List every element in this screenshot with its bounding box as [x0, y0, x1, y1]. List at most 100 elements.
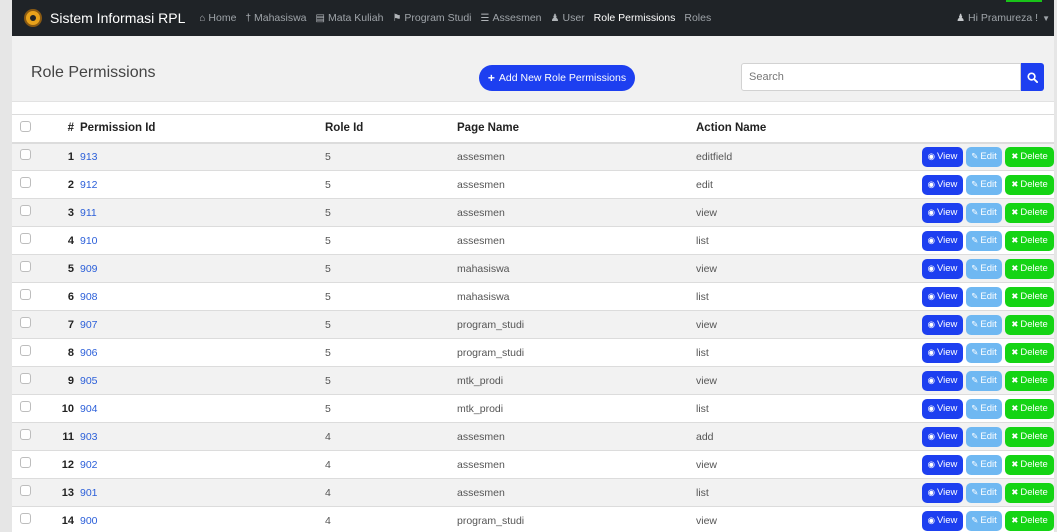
view-button[interactable]: ◉ View — [922, 342, 963, 363]
row-checkbox[interactable] — [20, 177, 31, 188]
row-checkbox[interactable] — [20, 149, 31, 161]
row-checkbox[interactable] — [20, 373, 31, 384]
edit-button[interactable]: ✎ Edit — [966, 314, 1002, 335]
delete-button[interactable]: ✖ Delete — [1005, 314, 1054, 335]
delete-button[interactable]: ✖ Delete — [1005, 258, 1054, 279]
nav-item-mata-kuliah[interactable]: ▤ Mata Kuliah — [316, 12, 384, 24]
column-header-page-name[interactable]: Page Name — [457, 114, 696, 144]
search-input[interactable] — [741, 63, 1021, 91]
permission-id-link[interactable]: 905 — [80, 375, 98, 387]
delete-button[interactable]: ✖ Delete — [1005, 426, 1054, 447]
delete-button[interactable]: ✖ Delete — [1005, 174, 1054, 195]
edit-button[interactable]: ✎ Edit — [966, 370, 1002, 391]
user-menu[interactable]: ♟ Hi Pramureza ! ▼ — [956, 0, 1050, 36]
view-button[interactable]: ◉ View — [922, 258, 963, 279]
delete-button[interactable]: ✖ Delete — [1005, 370, 1054, 391]
view-button[interactable]: ◉ View — [922, 286, 963, 307]
row-checkbox[interactable] — [20, 205, 31, 216]
row-checkbox[interactable] — [20, 345, 31, 356]
column-header-num[interactable]: # — [42, 114, 80, 144]
permission-id-link[interactable]: 900 — [80, 515, 98, 527]
delete-button[interactable]: ✖ Delete — [1005, 454, 1054, 475]
delete-label: Delete — [1020, 263, 1048, 274]
search-button[interactable] — [1021, 63, 1044, 91]
view-label: View — [937, 263, 958, 274]
permission-id-link[interactable]: 904 — [80, 403, 98, 415]
page-name-cell: assesmen — [457, 226, 696, 255]
nav-item-assesmen[interactable]: ☰ Assesmen — [481, 12, 542, 24]
permission-id-link[interactable]: 906 — [80, 347, 98, 359]
delete-button[interactable]: ✖ Delete — [1005, 482, 1054, 503]
row-number: 6 — [42, 282, 80, 311]
select-all-checkbox[interactable] — [20, 120, 31, 132]
view-button[interactable]: ◉ View — [922, 398, 963, 419]
delete-button[interactable]: ✖ Delete — [1005, 342, 1054, 363]
edit-button[interactable]: ✎ Edit — [966, 286, 1002, 307]
view-button[interactable]: ◉ View — [922, 426, 963, 447]
edit-button[interactable]: ✎ Edit — [966, 230, 1002, 251]
view-button[interactable]: ◉ View — [922, 146, 963, 167]
view-button[interactable]: ◉ View — [922, 230, 963, 251]
edit-button[interactable]: ✎ Edit — [966, 202, 1002, 223]
edit-button[interactable]: ✎ Edit — [966, 398, 1002, 419]
row-checkbox[interactable] — [20, 401, 31, 412]
row-checkbox[interactable] — [20, 289, 31, 300]
delete-button[interactable]: ✖ Delete — [1005, 286, 1054, 307]
role-id-cell: 5 — [325, 394, 457, 423]
permission-id-link[interactable]: 907 — [80, 319, 98, 331]
view-button[interactable]: ◉ View — [922, 314, 963, 335]
nav-item-roles[interactable]: Roles — [684, 12, 711, 24]
edit-button[interactable]: ✎ Edit — [966, 174, 1002, 195]
delete-button[interactable]: ✖ Delete — [1005, 202, 1054, 223]
edit-button[interactable]: ✎ Edit — [966, 426, 1002, 447]
edit-button[interactable]: ✎ Edit — [966, 146, 1002, 167]
role-id-cell: 5 — [325, 198, 457, 227]
edit-label: Edit — [980, 459, 997, 470]
view-button[interactable]: ◉ View — [922, 454, 963, 475]
column-header-action-name[interactable]: Action Name — [696, 114, 896, 144]
row-checkbox[interactable] — [20, 317, 31, 328]
permission-id-link[interactable]: 913 — [80, 151, 98, 163]
nav-item-home[interactable]: ⌂ Home — [199, 12, 236, 24]
permission-id-cell: 904 — [80, 394, 325, 423]
permission-id-link[interactable]: 910 — [80, 235, 98, 247]
brand[interactable]: Sistem Informasi RPL — [24, 9, 185, 27]
delete-button[interactable]: ✖ Delete — [1005, 398, 1054, 419]
view-button[interactable]: ◉ View — [922, 174, 963, 195]
permission-id-link[interactable]: 908 — [80, 291, 98, 303]
column-header-permission-id[interactable]: Permission Id — [80, 114, 325, 144]
edit-label: Edit — [980, 515, 997, 526]
nav-item-program-studi[interactable]: ⚑ Program Studi — [392, 12, 471, 24]
delete-button[interactable]: ✖ Delete — [1005, 510, 1054, 531]
x-icon: ✖ — [1011, 207, 1019, 217]
permission-id-link[interactable]: 901 — [80, 487, 98, 499]
delete-button[interactable]: ✖ Delete — [1005, 146, 1054, 167]
edit-button[interactable]: ✎ Edit — [966, 454, 1002, 475]
row-checkbox[interactable] — [20, 485, 31, 496]
row-checkbox[interactable] — [20, 429, 31, 440]
row-checkbox[interactable] — [20, 457, 31, 468]
edit-button[interactable]: ✎ Edit — [966, 342, 1002, 363]
nav-item-mahasiswa[interactable]: † Mahasiswa — [245, 12, 306, 24]
permission-id-link[interactable]: 909 — [80, 263, 98, 275]
delete-button[interactable]: ✖ Delete — [1005, 230, 1054, 251]
permission-id-cell: 913 — [80, 142, 325, 171]
row-checkbox[interactable] — [20, 233, 31, 244]
nav-item-user[interactable]: ♟ User — [551, 12, 585, 24]
view-button[interactable]: ◉ View — [922, 482, 963, 503]
permission-id-link[interactable]: 903 — [80, 431, 98, 443]
permission-id-link[interactable]: 902 — [80, 459, 98, 471]
permission-id-link[interactable]: 911 — [80, 207, 97, 219]
row-checkbox[interactable] — [20, 261, 31, 272]
view-button[interactable]: ◉ View — [922, 510, 963, 531]
row-checkbox[interactable] — [20, 513, 31, 524]
view-button[interactable]: ◉ View — [922, 202, 963, 223]
edit-button[interactable]: ✎ Edit — [966, 482, 1002, 503]
column-header-role-id[interactable]: Role Id — [325, 114, 457, 144]
edit-button[interactable]: ✎ Edit — [966, 258, 1002, 279]
edit-button[interactable]: ✎ Edit — [966, 510, 1002, 531]
view-button[interactable]: ◉ View — [922, 370, 963, 391]
permission-id-link[interactable]: 912 — [80, 179, 98, 191]
add-role-permission-button[interactable]: + Add New Role Permissions — [479, 65, 635, 91]
nav-item-role-permissions[interactable]: Role Permissions — [594, 12, 676, 24]
